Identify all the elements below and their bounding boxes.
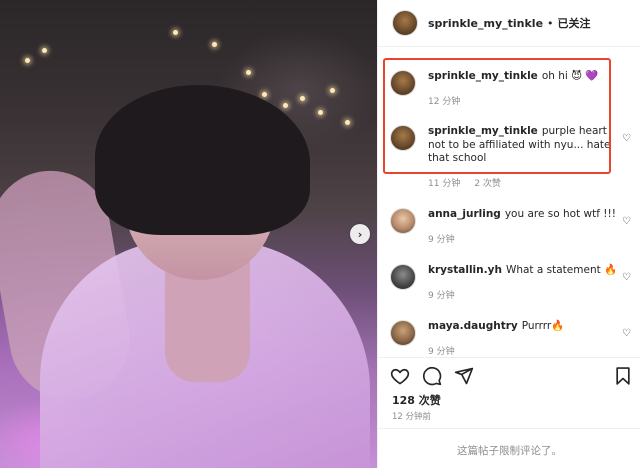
comment-bubble-icon[interactable] [422,366,442,386]
comment-time[interactable]: 12 分钟 [428,94,460,107]
commenter-username[interactable]: sprinkle_my_tinkle [428,125,538,137]
comment-item: sprinkle_my_tinkle purple heart not to be… [390,125,635,189]
likes-count[interactable]: 128 次赞 [392,392,441,408]
follow-status-button[interactable]: 已关注 [558,15,591,31]
post-actions-bar [388,363,633,389]
author-username[interactable]: sprinkle_my_tinkle [428,17,543,30]
chevron-right-icon: › [357,227,363,241]
commenter-avatar[interactable] [390,125,416,151]
share-paper-plane-icon[interactable] [454,366,474,386]
carousel-next-button[interactable]: › [350,224,370,244]
commenter-avatar[interactable] [390,208,416,234]
post-timestamp[interactable]: 12 分钟前 [392,410,431,422]
commenter-username[interactable]: anna_jurling [428,208,501,220]
post-header: sprinkle_my_tinkle • 已关注 [378,0,640,47]
comment-text: oh hi 😈 💜 [541,70,599,82]
commenter-username[interactable]: sprinkle_my_tinkle [428,70,538,82]
comment-time[interactable]: 9 分钟 [428,288,455,301]
actions-divider [378,357,640,358]
comments-limited-notice: 这篇帖子限制评论了。 [457,445,562,457]
header-separator: • [547,16,554,30]
bookmark-icon[interactable] [613,366,633,386]
heart-outline-icon[interactable]: ♡ [622,216,631,227]
comment-time[interactable]: 9 分钟 [428,232,455,245]
commenter-username[interactable]: maya.daughtry [428,320,518,332]
heart-outline-icon[interactable]: ♡ [622,133,631,144]
commenter-avatar[interactable] [390,320,416,346]
post-side-panel: sprinkle_my_tinkle • 已关注 sprinkle_my_tin… [377,0,640,468]
hair [95,85,310,235]
heart-outline-icon[interactable]: ♡ [622,328,631,339]
comment-text: Purrrr🔥 [521,320,565,332]
footer-divider [378,428,640,429]
comment-item: sprinkle_my_tinkle oh hi 😈 💜 12 分钟 [390,70,635,107]
comment-time[interactable]: 9 分钟 [428,344,455,357]
heart-outline-icon[interactable] [390,366,410,386]
post-photo[interactable]: › [0,0,377,468]
comment-item: krystallin.yh What a statement 🔥 9 分钟 [390,264,635,301]
comment-like-count[interactable]: 2 次赞 [474,176,501,189]
heart-outline-icon[interactable]: ♡ [622,272,631,283]
comment-item: anna_jurling you are so hot wtf !!! 9 分钟 [390,208,635,245]
commenter-username[interactable]: krystallin.yh [428,264,502,276]
author-avatar[interactable] [392,10,418,36]
comment-time[interactable]: 11 分钟 [428,176,460,189]
comment-item: maya.daughtry Purrrr🔥 9 分钟 [390,320,635,357]
commenter-avatar[interactable] [390,264,416,290]
commenter-avatar[interactable] [390,70,416,96]
comment-text: you are so hot wtf !!! [504,208,616,220]
comment-text: What a statement 🔥 [505,264,618,276]
